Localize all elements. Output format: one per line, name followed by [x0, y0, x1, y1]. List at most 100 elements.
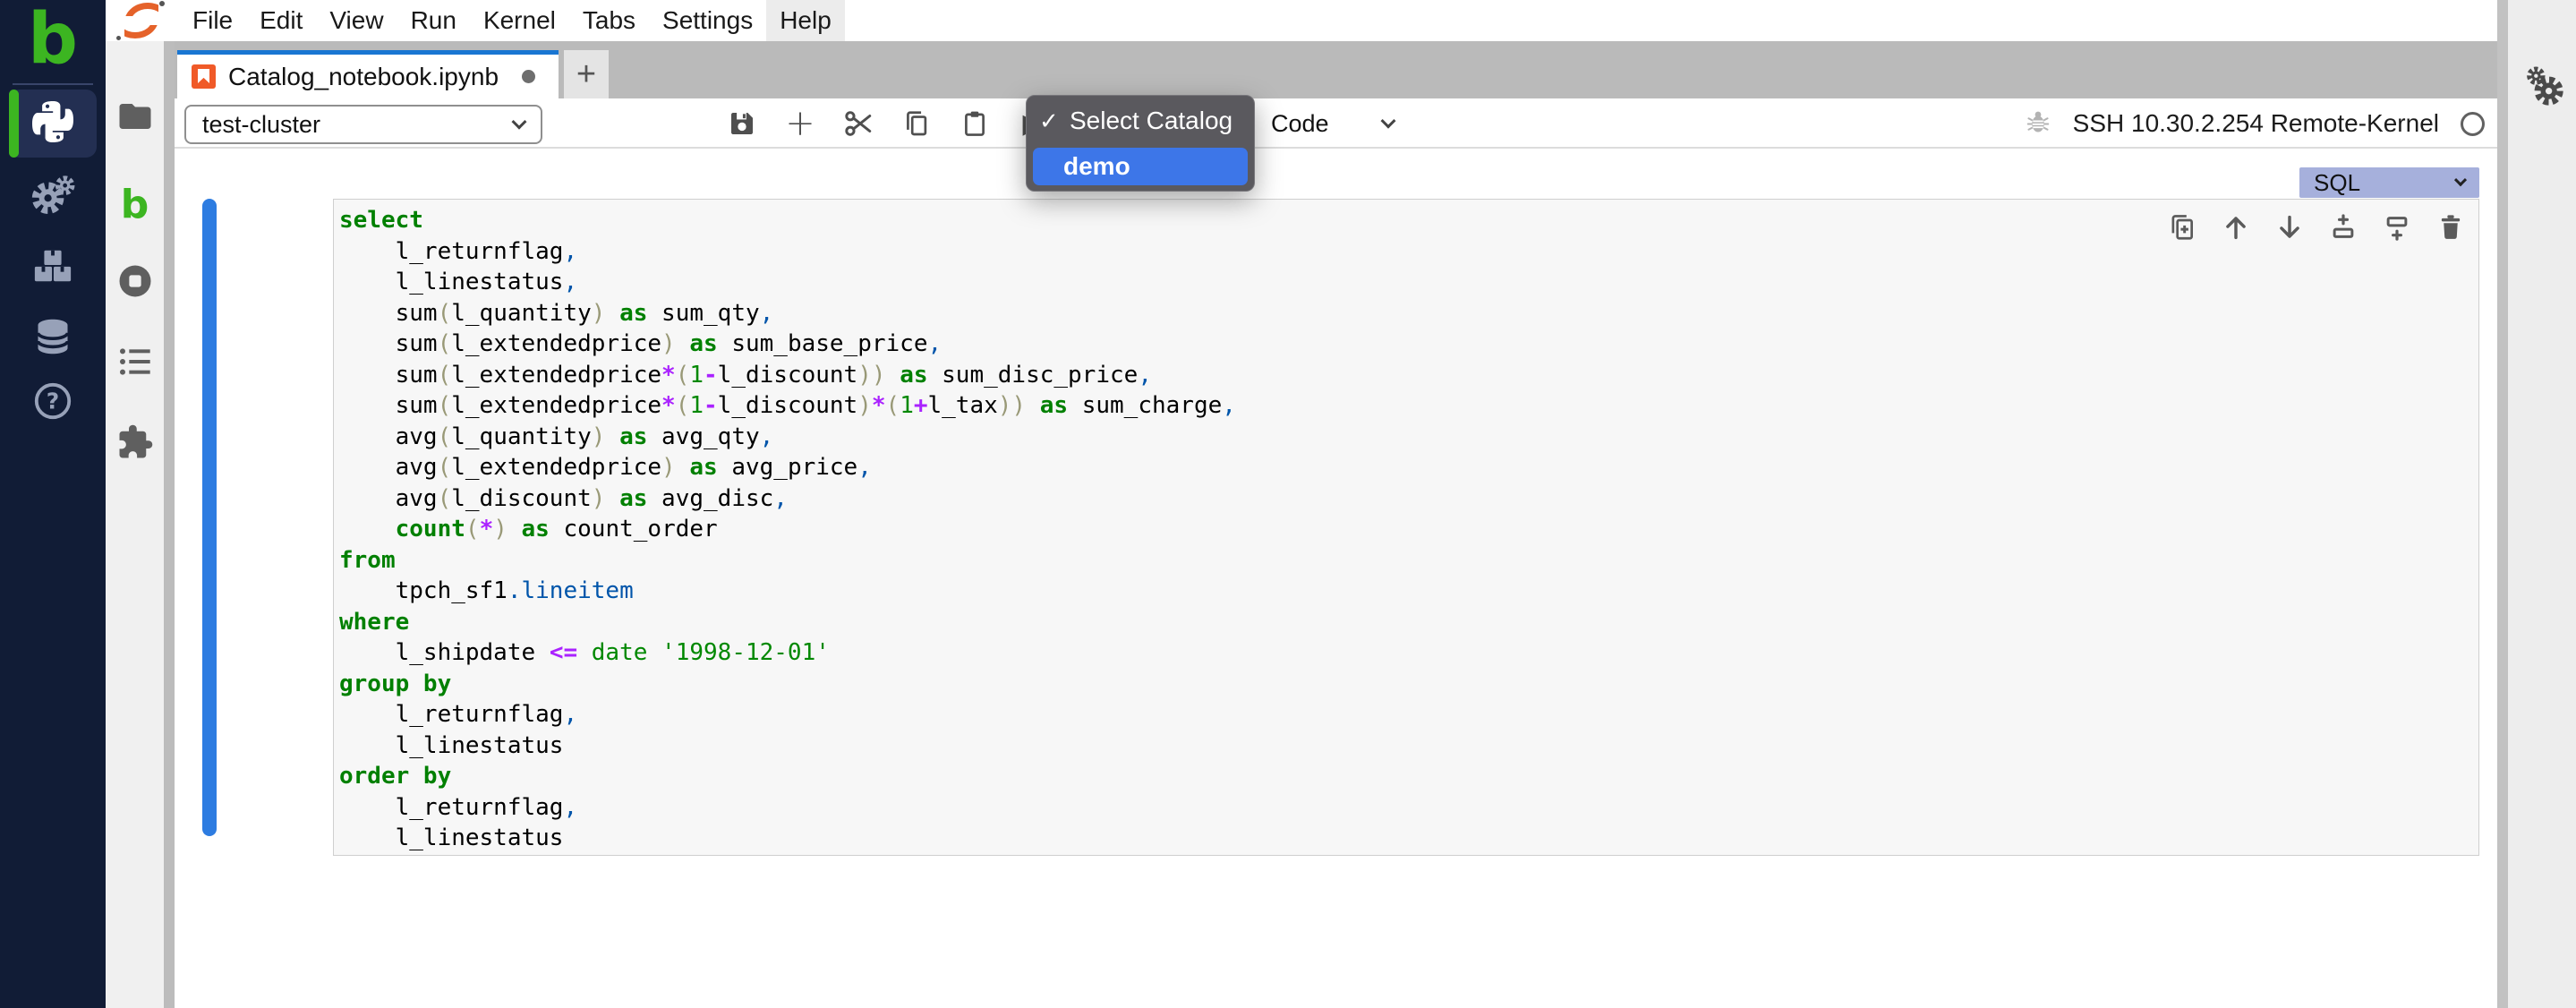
code-line: sum(l_extendedprice*(1-l_discount)*(1+l_… — [339, 390, 2473, 422]
cell-toolbar — [2167, 212, 2466, 243]
bodo-b-icon: b — [121, 182, 149, 227]
gears-icon — [30, 172, 76, 223]
cluster-select-value: test-cluster — [202, 111, 320, 139]
kernel-status-circle[interactable] — [2461, 112, 2485, 136]
database-icon — [33, 317, 73, 361]
move-cell-up-button[interactable] — [2221, 212, 2251, 243]
tab-running-sessions[interactable] — [106, 261, 164, 304]
kernel-label: SSH 10.30.2.254 Remote-Kernel — [2073, 109, 2439, 138]
menu-help[interactable]: Help — [766, 0, 845, 41]
copy-button[interactable] — [900, 104, 934, 143]
code-line: from — [339, 545, 2473, 577]
cell-language-value: SQL — [2314, 169, 2360, 197]
cell-type-value: Code — [1271, 110, 1329, 138]
catalog-dropdown-menu: ✓ Select Catalog demo — [1026, 95, 1255, 192]
right-rail — [2508, 0, 2576, 1008]
code-line: avg(l_extendedprice) as avg_price, — [339, 452, 2473, 483]
paste-button[interactable] — [958, 104, 992, 143]
notebook-toolbar: test-cluster + — [175, 98, 2497, 149]
sidebar-item-notebook[interactable] — [9, 90, 97, 158]
tab-notebook[interactable]: Catalog_notebook.ipynb — [177, 50, 559, 98]
code-line: group by — [339, 669, 2473, 700]
debugger-bug-icon[interactable] — [2025, 108, 2051, 140]
property-inspector-gears-icon[interactable] — [2521, 63, 2567, 114]
sidebar-item-settings[interactable] — [0, 175, 106, 218]
check-icon: ✓ — [1039, 107, 1070, 135]
sidebar-item-help[interactable]: ? — [0, 381, 106, 424]
duplicate-cell-button[interactable] — [2167, 212, 2197, 243]
jupyter-left-rail: b — [106, 41, 164, 1008]
catalog-menu-header-label: Select Catalog — [1070, 107, 1233, 135]
sidebar-item-database[interactable] — [0, 317, 106, 360]
menubar: FileEditViewRunKernelTabsSettingsHelp — [106, 0, 2497, 41]
active-cell-collapser[interactable] — [202, 199, 217, 836]
tab-table-of-contents[interactable] — [106, 342, 164, 385]
save-button[interactable] — [725, 104, 759, 143]
cluster-select[interactable]: test-cluster — [184, 105, 542, 144]
tab-file-browser[interactable] — [106, 97, 164, 140]
code-line: order by — [339, 761, 2473, 792]
chevron-down-icon — [2454, 174, 2467, 186]
chevron-down-icon — [1380, 114, 1395, 129]
code-line: l_linestatus, — [339, 267, 2473, 298]
delete-cell-button[interactable] — [2435, 212, 2466, 243]
svg-text:?: ? — [47, 388, 59, 414]
code-line: avg(l_discount) as avg_disc, — [339, 483, 2473, 515]
code-line: l_shipdate <= date '1998-12-01' — [339, 637, 2473, 669]
python-icon — [32, 101, 73, 147]
code-line: sum(l_extendedprice*(1-l_discount)) as s… — [339, 360, 2473, 391]
menu-kernel[interactable]: Kernel — [470, 0, 569, 41]
sql-code: select l_returnflag, l_linestatus, sum(l… — [339, 205, 2473, 854]
folder-icon — [116, 98, 154, 140]
move-cell-down-button[interactable] — [2274, 212, 2305, 243]
tab-extensions[interactable] — [106, 423, 164, 466]
code-line: tpch_sf1.lineitem — [339, 576, 2473, 607]
code-line: select — [339, 205, 2473, 236]
code-line: l_linestatus — [339, 730, 2473, 762]
code-line: sum(l_quantity) as sum_qty, — [339, 298, 2473, 329]
catalog-menu-item-demo[interactable]: demo — [1033, 148, 1248, 185]
code-line: l_returnflag, — [339, 792, 2473, 824]
jupyter-swirl-logo — [115, 0, 168, 41]
tab-title: Catalog_notebook.ipynb — [228, 63, 499, 91]
catalog-menu-header[interactable]: ✓ Select Catalog — [1027, 96, 1254, 146]
help-icon: ? — [32, 380, 73, 426]
toc-list-icon — [117, 344, 153, 384]
code-line: count(*) as count_order — [339, 514, 2473, 545]
sidebar-splitter[interactable] — [164, 41, 175, 1008]
app-window: b — [0, 0, 2576, 1008]
menu-run[interactable]: Run — [397, 0, 470, 41]
code-line: l_returnflag, — [339, 236, 2473, 268]
active-item-indicator — [9, 90, 19, 158]
menu-view[interactable]: View — [316, 0, 397, 41]
menu-settings[interactable]: Settings — [649, 0, 766, 41]
cell-language-select[interactable]: SQL — [2299, 167, 2479, 198]
packages-icon — [32, 244, 73, 290]
menu-file[interactable]: File — [179, 0, 246, 41]
tab-bodo-panel[interactable]: b — [106, 183, 164, 226]
notebook-panel: SQL select l_returnflag, l_linestatus, s… — [175, 149, 2497, 1008]
insert-cell-button[interactable]: + — [783, 104, 817, 143]
code-line: l_linestatus — [339, 823, 2473, 854]
menu-tabs[interactable]: Tabs — [569, 0, 649, 41]
unsaved-dot-icon — [522, 70, 535, 83]
code-line: avg(l_quantity) as avg_qty, — [339, 422, 2473, 453]
code-line: where — [339, 607, 2473, 638]
cell-type-select[interactable]: Code — [1271, 98, 1394, 149]
insert-cell-above-button[interactable] — [2328, 212, 2358, 243]
sidebar-item-packages[interactable] — [0, 245, 106, 288]
sidebar-divider — [13, 83, 93, 85]
platform-sidebar: b — [0, 0, 106, 1008]
right-splitter[interactable] — [2497, 0, 2508, 1008]
menu-edit[interactable]: Edit — [246, 0, 316, 41]
menu-items: FileEditViewRunKernelTabsSettingsHelp — [179, 0, 845, 41]
notebook-icon — [192, 64, 216, 89]
code-line: l_returnflag, — [339, 699, 2473, 730]
new-tab-button[interactable]: + — [564, 50, 609, 98]
cut-button[interactable] — [841, 104, 875, 143]
puzzle-icon — [116, 423, 154, 466]
running-sessions-icon — [116, 262, 154, 304]
chevron-down-icon — [512, 115, 527, 130]
insert-cell-below-button[interactable] — [2382, 212, 2412, 243]
code-cell-editor[interactable]: select l_returnflag, l_linestatus, sum(l… — [333, 199, 2479, 856]
